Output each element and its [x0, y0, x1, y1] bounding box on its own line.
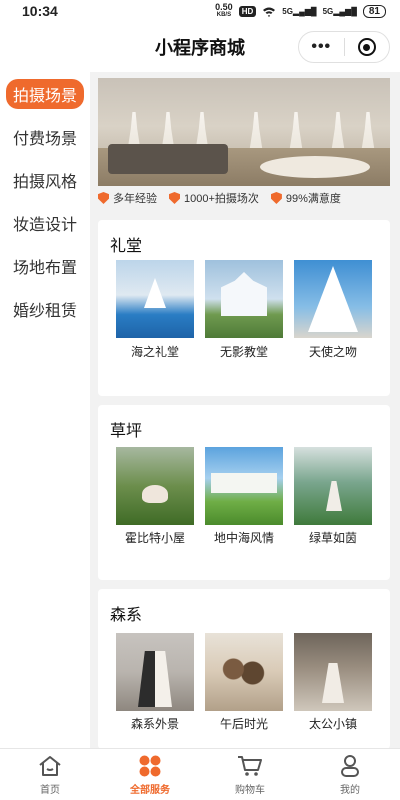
- more-dots-icon[interactable]: •••: [299, 32, 344, 62]
- section-title: 森系: [110, 607, 143, 624]
- sidebar-item-shooting-scene[interactable]: 拍摄场景: [0, 72, 90, 115]
- section-title: 草坪: [110, 423, 143, 440]
- tab-home[interactable]: 首页: [0, 749, 100, 800]
- status-icons: 0.50 KB/S HD 5G▂▄▆█ 5G▂▄▆█ 81: [215, 3, 386, 19]
- tab-all-services[interactable]: 全部服务: [100, 749, 200, 800]
- badge-experience: 多年经验: [98, 190, 157, 206]
- user-icon: [337, 754, 363, 778]
- section-card-chapel: 礼堂 海之礼堂 无影教堂 天使之吻: [98, 220, 390, 396]
- section-card-lawn: 草坪 霍比特小屋 地中海风情 绿草如茵: [98, 405, 390, 580]
- home-icon: [37, 754, 63, 778]
- cart-icon: [237, 754, 263, 778]
- mediterranean-photo[interactable]: [205, 447, 283, 525]
- nav-bar: 小程序商城 •••: [0, 22, 400, 72]
- battery-icon: 81: [362, 4, 386, 18]
- check-shield-icon: [270, 192, 282, 204]
- target-circle-icon[interactable]: [345, 32, 390, 62]
- hobbit-house-photo[interactable]: [116, 447, 194, 525]
- page-title: 小程序商城: [155, 38, 245, 58]
- signal-icon-2: 5G▂▄▆█: [322, 6, 357, 16]
- content-area[interactable]: 多年经验 1000+拍摄场次 99%满意度 礼堂 海之礼堂 无影教堂 天使之吻 …: [90, 72, 400, 748]
- banner-image[interactable]: [98, 78, 390, 186]
- item-label[interactable]: 太公小镇: [288, 715, 378, 732]
- banner-platform: [260, 156, 370, 178]
- trust-badges: 多年经验 1000+拍摄场次 99%满意度: [98, 188, 390, 208]
- wifi-icon: [263, 7, 276, 17]
- sea-chapel-photo[interactable]: [116, 260, 194, 338]
- item-label[interactable]: 森系外景: [110, 715, 200, 732]
- forest-outdoor-photo[interactable]: [116, 633, 194, 711]
- glass-church-photo[interactable]: [205, 260, 283, 338]
- angel-kiss-photo[interactable]: [294, 260, 372, 338]
- sidebar-item-gown-rental[interactable]: 婚纱租赁: [0, 287, 90, 330]
- afternoon-photo[interactable]: [205, 633, 283, 711]
- green-lawn-photo[interactable]: [294, 447, 372, 525]
- sidebar-item-paid-scene[interactable]: 付费场景: [0, 115, 90, 158]
- taigong-town-photo[interactable]: [294, 633, 372, 711]
- item-label[interactable]: 绿草如茵: [288, 529, 378, 546]
- tab-mine[interactable]: 我的: [300, 749, 400, 800]
- bottom-tabbar: 首页 全部服务 购物车 我的: [0, 748, 400, 800]
- check-shield-icon: [98, 192, 109, 204]
- signal-icon-1: 5G▂▄▆█: [282, 6, 317, 16]
- item-label[interactable]: 地中海风情: [199, 529, 289, 546]
- badge-sessions: 1000+拍摄场次: [169, 190, 259, 206]
- item-label[interactable]: 午后时光: [199, 715, 289, 732]
- section-card-forest: 森系 森系外景 午后时光 太公小镇: [98, 589, 390, 748]
- item-label[interactable]: 霍比特小屋: [110, 529, 200, 546]
- grid-services-icon: [137, 754, 163, 778]
- sidebar-item-shooting-style[interactable]: 拍摄风格: [0, 158, 90, 201]
- net-speed: 0.50 KB/S: [215, 2, 233, 19]
- badge-satisfaction: 99%满意度: [270, 190, 341, 206]
- tab-cart[interactable]: 购物车: [200, 749, 300, 800]
- item-label[interactable]: 海之礼堂: [110, 343, 200, 360]
- check-shield-icon: [169, 192, 180, 204]
- sidebar-item-venue-setup[interactable]: 场地布置: [0, 244, 90, 287]
- banner-sofa: [108, 144, 228, 174]
- sidebar-item-makeup-design[interactable]: 妆造设计: [0, 201, 90, 244]
- category-sidebar: 拍摄场景 付费场景 拍摄风格 妆造设计 场地布置 婚纱租赁: [0, 72, 90, 748]
- status-time: 10:34: [22, 3, 58, 19]
- item-label[interactable]: 天使之吻: [288, 343, 378, 360]
- section-title: 礼堂: [110, 238, 143, 255]
- item-label[interactable]: 无影教堂: [199, 343, 289, 360]
- mini-program-capsule: •••: [298, 31, 390, 63]
- status-bar: 10:34 0.50 KB/S HD 5G▂▄▆█ 5G▂▄▆█ 81: [0, 0, 400, 22]
- hd-icon: HD: [238, 5, 257, 17]
